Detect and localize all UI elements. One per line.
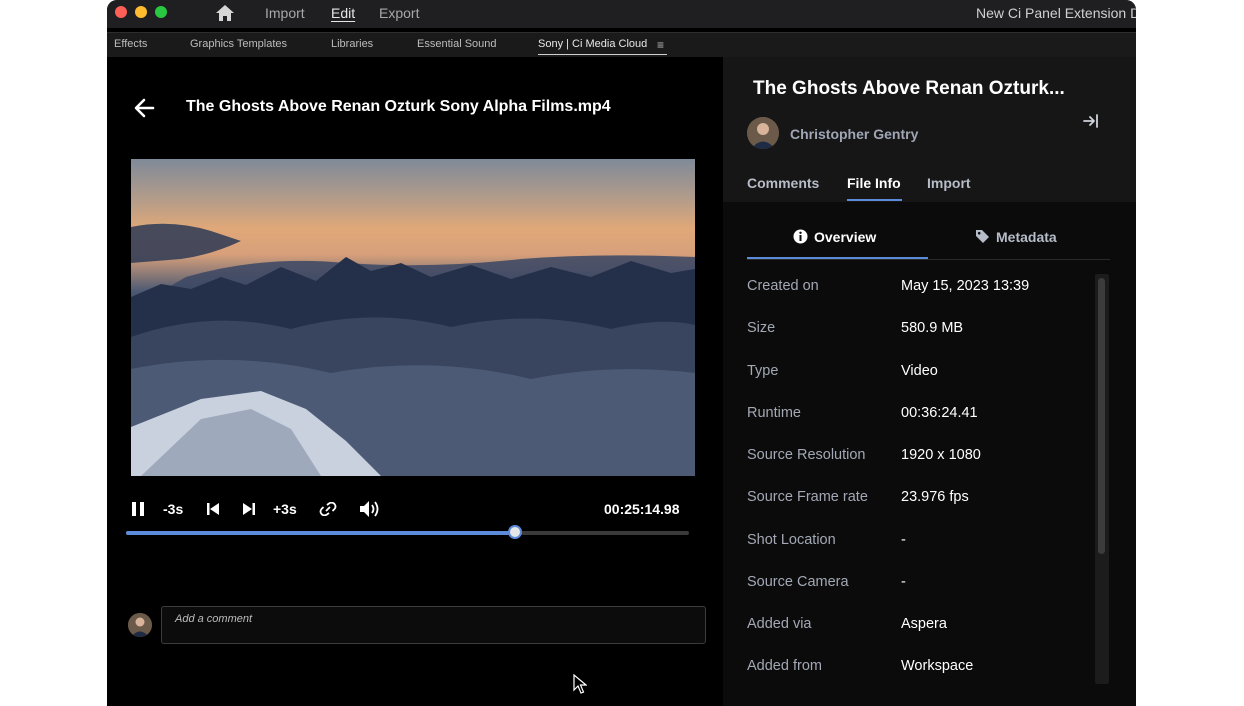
- playback-scrubber[interactable]: [126, 525, 689, 539]
- home-icon[interactable]: [215, 4, 235, 22]
- subtab-overview-label: Overview: [814, 229, 877, 245]
- info-label: Runtime: [747, 405, 801, 421]
- video-title: The Ghosts Above Renan Ozturk Sony Alpha…: [186, 98, 611, 115]
- info-value: Video: [901, 363, 938, 379]
- pause-icon[interactable]: [131, 502, 145, 516]
- menu-edit[interactable]: Edit: [331, 5, 355, 21]
- panel-tab-effects[interactable]: Effects: [114, 38, 147, 50]
- info-row-source-camera: Source Camera -: [747, 574, 1087, 596]
- panel-tab-bar: Effects Graphics Templates Libraries Ess…: [107, 32, 1136, 57]
- info-label: Type: [747, 363, 779, 379]
- panel-tab-libraries[interactable]: Libraries: [331, 38, 373, 50]
- playback-scrubber-handle[interactable]: [508, 525, 523, 539]
- file-title: The Ghosts Above Renan Ozturk...: [753, 78, 1065, 99]
- info-value: 580.9 MB: [901, 320, 964, 336]
- file-details-header: The Ghosts Above Renan Ozturk... Christo…: [723, 57, 1136, 202]
- user-avatar: [128, 613, 152, 637]
- app-window: Import Edit Export New Ci Panel Extensio…: [107, 0, 1136, 706]
- info-row-added-from: Added from Workspace: [747, 658, 1087, 680]
- rewind-3s-button[interactable]: -3s: [163, 501, 183, 517]
- info-row-source-frame-rate: Source Frame rate 23.976 fps: [747, 489, 1087, 511]
- info-row-created-on: Created on May 15, 2023 13:39: [747, 278, 1087, 300]
- info-value: -: [901, 532, 906, 548]
- file-info-panel: Overview Metadata Created on May 15, 202…: [723, 202, 1136, 706]
- info-scrollbar[interactable]: [1095, 274, 1109, 684]
- info-label: Shot Location: [747, 532, 836, 548]
- info-label: Source Frame rate: [747, 489, 868, 505]
- playback-progress-fill: [126, 531, 515, 535]
- tag-icon: [976, 230, 989, 243]
- back-arrow-icon[interactable]: [133, 97, 155, 119]
- info-row-added-via: Added via Aspera: [747, 616, 1087, 638]
- window-title: New Ci Panel Extension De: [976, 5, 1136, 21]
- owner-name: Christopher Gentry: [790, 126, 919, 142]
- subtab-metadata-label: Metadata: [996, 229, 1057, 245]
- info-label: Added from: [747, 658, 822, 674]
- subtab-metadata[interactable]: Metadata: [975, 229, 1057, 245]
- info-scrollbar-thumb[interactable]: [1098, 278, 1105, 554]
- panel-tab-essential-sound[interactable]: Essential Sound: [417, 38, 497, 50]
- info-value: -: [901, 574, 906, 590]
- owner-avatar: [747, 117, 779, 149]
- panel-tab-graphics-templates[interactable]: Graphics Templates: [190, 38, 287, 50]
- info-label: Size: [747, 320, 776, 336]
- zoom-window-button[interactable]: [155, 6, 167, 18]
- active-tab-indicator: [847, 199, 902, 201]
- info-label: Added via: [747, 616, 812, 632]
- volume-icon[interactable]: [359, 500, 383, 518]
- video-preview[interactable]: [131, 159, 695, 476]
- info-label: Source Resolution: [747, 447, 866, 463]
- info-row-shot-location: Shot Location -: [747, 532, 1087, 554]
- info-row-type: Type Video: [747, 363, 1087, 385]
- mountain-landscape-image: [131, 223, 695, 476]
- info-value: 23.976 fps: [901, 489, 969, 505]
- info-label: Source Camera: [747, 574, 849, 590]
- info-row-size: Size 580.9 MB: [747, 320, 1087, 342]
- panel-menu-icon[interactable]: ≡: [657, 38, 664, 52]
- info-value: Aspera: [901, 616, 947, 632]
- info-value: May 15, 2023 13:39: [901, 278, 1030, 294]
- tab-file-info[interactable]: File Info: [847, 175, 901, 191]
- info-label: Created on: [747, 278, 819, 294]
- minimize-window-button[interactable]: [135, 6, 147, 18]
- panel-tab-sony-ci-media-cloud[interactable]: Sony | Ci Media Cloud: [538, 38, 647, 50]
- info-row-source-resolution: Source Resolution 1920 x 1080: [747, 447, 1087, 469]
- close-window-button[interactable]: [115, 6, 127, 18]
- menu-import[interactable]: Import: [265, 5, 305, 21]
- active-subtab-indicator: [747, 257, 928, 259]
- title-bar: Import Edit Export New Ci Panel Extensio…: [107, 0, 1136, 28]
- info-value: Workspace: [901, 658, 974, 674]
- tab-comments[interactable]: Comments: [747, 175, 819, 191]
- comment-input[interactable]: Add a comment: [161, 606, 706, 644]
- collapse-panel-icon[interactable]: [1083, 114, 1099, 128]
- info-value: 00:36:24.41: [901, 405, 978, 421]
- info-icon: [793, 229, 808, 244]
- mouse-cursor-icon: [573, 674, 587, 694]
- menu-export[interactable]: Export: [379, 5, 419, 21]
- current-timecode: 00:25:14.98: [604, 501, 680, 517]
- comment-placeholder: Add a comment: [175, 613, 253, 625]
- info-value: 1920 x 1080: [901, 447, 981, 463]
- tab-import[interactable]: Import: [927, 175, 971, 191]
- link-icon[interactable]: [319, 502, 337, 516]
- subtab-divider: [747, 259, 1110, 260]
- active-panel-tab-indicator: [538, 54, 667, 55]
- previous-frame-icon[interactable]: [207, 503, 219, 515]
- forward-3s-button[interactable]: +3s: [273, 501, 297, 517]
- subtab-overview[interactable]: Overview: [793, 229, 876, 245]
- next-frame-icon[interactable]: [243, 503, 255, 515]
- info-row-runtime: Runtime 00:36:24.41: [747, 405, 1087, 427]
